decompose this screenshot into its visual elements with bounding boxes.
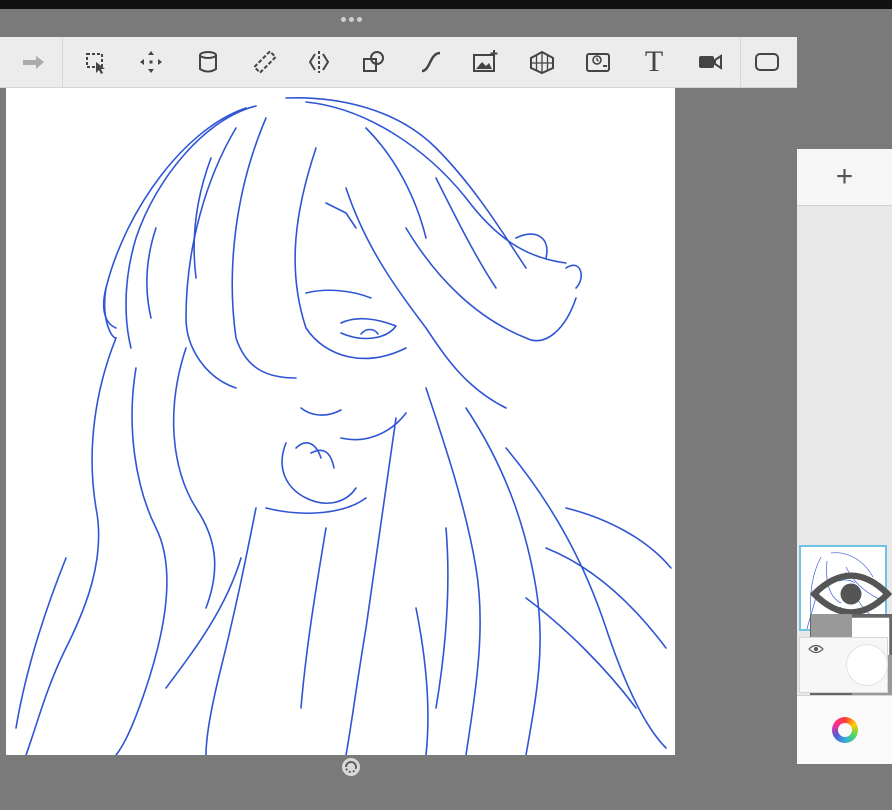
layer-thumbnail-sketch[interactable] [799, 545, 892, 696]
toolbar: T [0, 37, 797, 88]
ruler-icon[interactable] [248, 45, 282, 79]
eye-icon[interactable] [808, 644, 824, 654]
shape-icon[interactable] [357, 45, 391, 79]
redo-arrow-icon[interactable] [16, 45, 50, 79]
status-strip [0, 0, 892, 9]
text-tool-glyph: T [644, 45, 664, 78]
sketch-artwork [15, 96, 672, 755]
layer-thumbnail-background[interactable] [799, 637, 888, 693]
move-icon[interactable] [134, 45, 168, 79]
add-layer-button[interactable]: + [797, 149, 892, 206]
color-wheel-icon [831, 717, 858, 743]
fill-bucket-icon[interactable] [191, 45, 225, 79]
symmetry-icon[interactable] [302, 45, 336, 79]
image-add-icon[interactable] [468, 45, 502, 79]
select-icon[interactable] [79, 45, 113, 79]
curve-icon[interactable] [414, 45, 448, 79]
add-layer-label: + [835, 160, 854, 193]
color-picker-button[interactable] [797, 695, 892, 764]
fullscreen-icon[interactable] [750, 45, 784, 79]
video-camera-icon[interactable] [693, 45, 727, 79]
layers-panel: + [797, 149, 892, 764]
background-color-swatch[interactable] [846, 644, 888, 686]
text-icon[interactable]: T [637, 45, 671, 79]
canvas-rotate-handle-icon[interactable] [341, 757, 361, 777]
toolbar-grip-handle[interactable] [341, 17, 365, 23]
drawing-canvas[interactable] [6, 88, 675, 755]
timelapse-icon[interactable] [581, 45, 615, 79]
perspective-grid-icon[interactable] [525, 45, 559, 79]
